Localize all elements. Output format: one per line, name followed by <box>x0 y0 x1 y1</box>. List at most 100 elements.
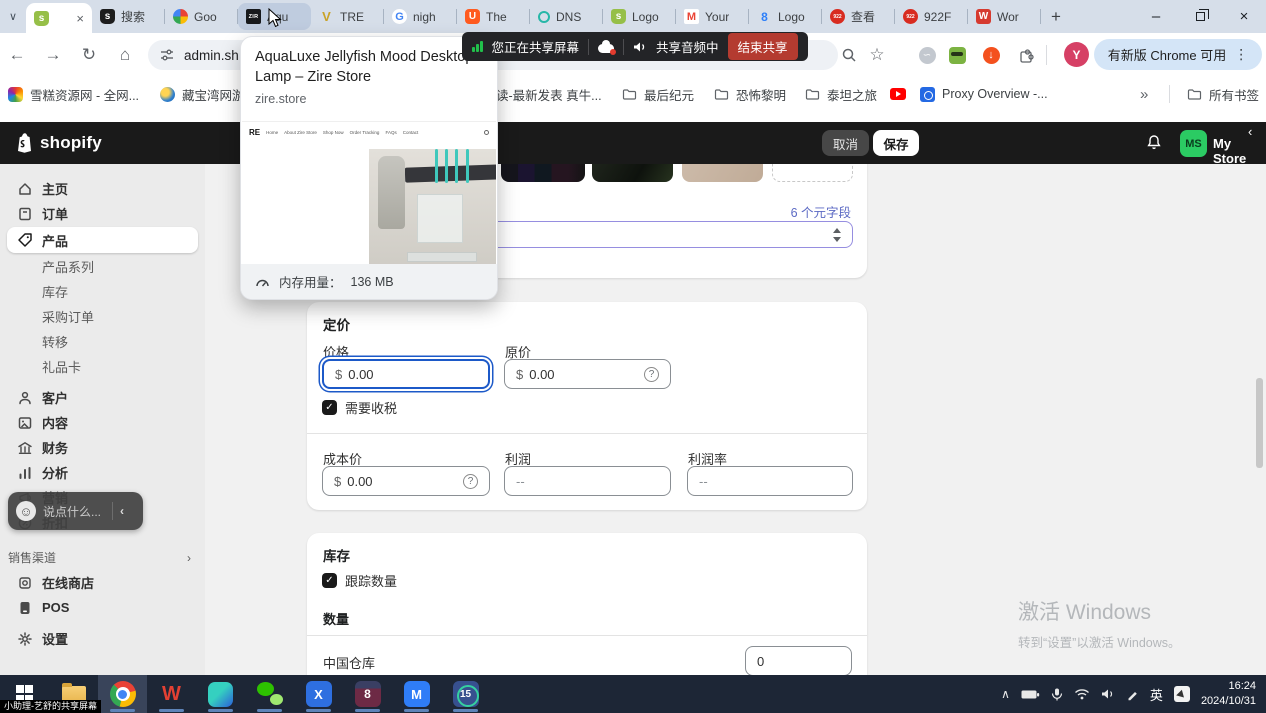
sidebar-item-customers[interactable]: 客户 <box>0 385 205 410</box>
tab-word[interactable]: W Wor <box>968 0 1041 33</box>
badge-8-app-button[interactable]: 8 <box>343 675 392 713</box>
bookmarks-overflow-icon[interactable]: » <box>1140 82 1148 106</box>
bookmark-du-zuixin[interactable]: 读-最新发表 真牛... <box>496 82 602 106</box>
sidebar-item-pos[interactable]: POS <box>0 595 205 620</box>
pen-icon[interactable] <box>1126 688 1139 701</box>
teal-app-button[interactable] <box>196 675 245 713</box>
tray-expand-icon[interactable]: ∧ <box>1001 687 1010 701</box>
tab-search-icon[interactable]: ∨ <box>0 0 26 33</box>
forward-icon[interactable]: → <box>40 42 66 68</box>
sidebar-item-finance[interactable]: 财务 <box>0 435 205 460</box>
cancel-button[interactable]: 取消 <box>822 130 869 156</box>
help-icon[interactable]: ? <box>644 367 659 382</box>
scrollbar-thumb[interactable] <box>1256 378 1263 468</box>
sidebar-item-orders[interactable]: 订单 <box>0 201 205 226</box>
shopify-logo[interactable]: shopify <box>14 132 102 154</box>
save-button[interactable]: 保存 <box>873 130 919 156</box>
tab-922-view[interactable]: 922 查看 <box>822 0 895 33</box>
tab-the[interactable]: U The <box>457 0 530 33</box>
sidebar-item-products[interactable]: 产品 <box>7 227 198 253</box>
cloud-recording-icon[interactable] <box>598 44 614 53</box>
chat-input[interactable]: 说点什么... <box>43 503 105 520</box>
extension-download-icon[interactable]: ↓ <box>978 42 1004 68</box>
notifications-bell-icon[interactable] <box>1146 134 1162 156</box>
tab-close-icon[interactable]: × <box>76 11 84 26</box>
extension-sunglasses-icon[interactable] <box>944 42 970 68</box>
store-avatar[interactable]: MS <box>1180 130 1207 157</box>
bookmark-folder-kongbuliming[interactable]: 恐怖黎明 <box>714 82 786 106</box>
charge-tax-checkbox[interactable]: ✓ <box>322 400 337 415</box>
chrome-button[interactable] <box>98 675 147 713</box>
extension-cp-icon[interactable]: ∽ <box>914 42 940 68</box>
price-input[interactable]: $ 0.00 <box>322 359 490 389</box>
tab-shopify-admin[interactable]: × <box>26 3 92 33</box>
reload-icon[interactable]: ↻ <box>76 42 102 68</box>
badge-15-app-button[interactable]: 15 <box>441 675 490 713</box>
sales-channels-header[interactable]: 销售渠道 › <box>0 545 205 570</box>
metafields-link[interactable]: 6 个元字段 <box>791 202 851 221</box>
clock[interactable]: 16:24 2024/10/31 <box>1201 679 1256 709</box>
sidebar-item-analytics[interactable]: 分析 <box>0 460 205 485</box>
tab-gmail[interactable]: M Your <box>676 0 749 33</box>
bookmark-proxy-overview[interactable]: Proxy Overview -... <box>920 82 1048 106</box>
help-icon[interactable]: ? <box>463 474 478 489</box>
store-name[interactable]: My Store <box>1213 136 1266 166</box>
sidebar-item-online-store[interactable]: 在线商店 <box>0 570 205 595</box>
meeting-app-button[interactable]: M <box>392 675 441 713</box>
back-icon[interactable]: ← <box>4 42 30 68</box>
sidebar-item-purchase-orders[interactable]: 采购订单 <box>0 304 205 329</box>
chrome-update-button[interactable]: 有新版 Chrome 可用 ⋮ <box>1094 39 1262 70</box>
tab-nigh[interactable]: G nigh <box>384 0 457 33</box>
tab-google[interactable]: Goo <box>165 0 238 33</box>
new-tab-button[interactable]: + <box>1041 3 1071 31</box>
home-icon[interactable]: ⌂ <box>112 42 138 68</box>
tab-tre[interactable]: V TRE <box>311 0 384 33</box>
compare-price-input[interactable]: $ 0.00 ? <box>504 359 671 389</box>
tab-logo1[interactable]: Logo <box>603 0 676 33</box>
tab-922f[interactable]: 922 922F <box>895 0 968 33</box>
restore-button[interactable] <box>1178 0 1222 33</box>
minimize-button[interactable]: – <box>1134 0 1178 33</box>
close-button[interactable]: × <box>1222 0 1266 33</box>
extensions-puzzle-icon[interactable] <box>1013 42 1039 68</box>
shopify-dark-favicon-icon <box>100 9 115 24</box>
track-quantity-checkbox[interactable]: ✓ <box>322 573 337 588</box>
tab-search-page[interactable]: 搜索 <box>92 0 165 33</box>
x-app-button[interactable]: X <box>294 675 343 713</box>
profile-avatar[interactable]: Y <box>1064 42 1089 67</box>
chat-collapse-icon[interactable]: ‹ <box>120 504 124 518</box>
battery-icon[interactable] <box>1021 689 1040 700</box>
ime-indicator[interactable]: 英 <box>1150 685 1163 704</box>
sidebar-item-settings[interactable]: 设置 <box>0 626 205 651</box>
bookmark-youtube[interactable] <box>890 82 906 106</box>
profit-input[interactable]: -- <box>504 466 671 496</box>
cost-input[interactable]: $ 0.00 ? <box>322 466 490 496</box>
sidebar-item-inventory[interactable]: 库存 <box>0 279 205 304</box>
tray-app-icon[interactable] <box>1174 686 1190 702</box>
volume-icon[interactable] <box>1101 688 1115 700</box>
margin-input[interactable]: -- <box>687 466 853 496</box>
wifi-icon[interactable] <box>1074 688 1090 700</box>
all-bookmarks[interactable]: 所有书签 <box>1187 82 1259 106</box>
wps-button[interactable]: W <box>147 675 196 713</box>
sidebar-item-gift-cards[interactable]: 礼品卡 <box>0 354 205 379</box>
sidebar-item-collections[interactable]: 产品系列 <box>0 254 205 279</box>
quantity-input[interactable]: 0 <box>745 646 852 675</box>
collapse-chevron-icon[interactable]: ‹ <box>1248 124 1252 139</box>
smiley-icon[interactable]: ☺ <box>16 501 36 521</box>
menu-dots-icon[interactable]: ⋮ <box>1234 46 1248 63</box>
bookmark-cangbaowan[interactable]: 藏宝湾网游 <box>160 82 245 106</box>
sidebar-item-content[interactable]: 内容 <box>0 410 205 435</box>
bookmark-folder-taitanzhilv[interactable]: 泰坦之旅 <box>805 82 877 106</box>
sidebar-item-transfers[interactable]: 转移 <box>0 329 205 354</box>
wechat-button[interactable] <box>245 675 294 713</box>
sidebar-item-home[interactable]: 主页 <box>0 176 205 201</box>
bookmark-star-icon[interactable]: ☆ <box>864 42 890 68</box>
microphone-icon[interactable] <box>1051 688 1063 701</box>
tab-logo2[interactable]: 8 Logo <box>749 0 822 33</box>
bookmark-folder-zuihoujiyuan[interactable]: 最后纪元 <box>622 82 694 106</box>
stop-sharing-button[interactable]: 结束共享 <box>728 33 798 60</box>
tab-dns[interactable]: DNS <box>530 0 603 33</box>
zoom-icon[interactable] <box>836 42 862 68</box>
bookmark-xuegao[interactable]: 雪糕资源网 - 全网... <box>8 82 139 106</box>
